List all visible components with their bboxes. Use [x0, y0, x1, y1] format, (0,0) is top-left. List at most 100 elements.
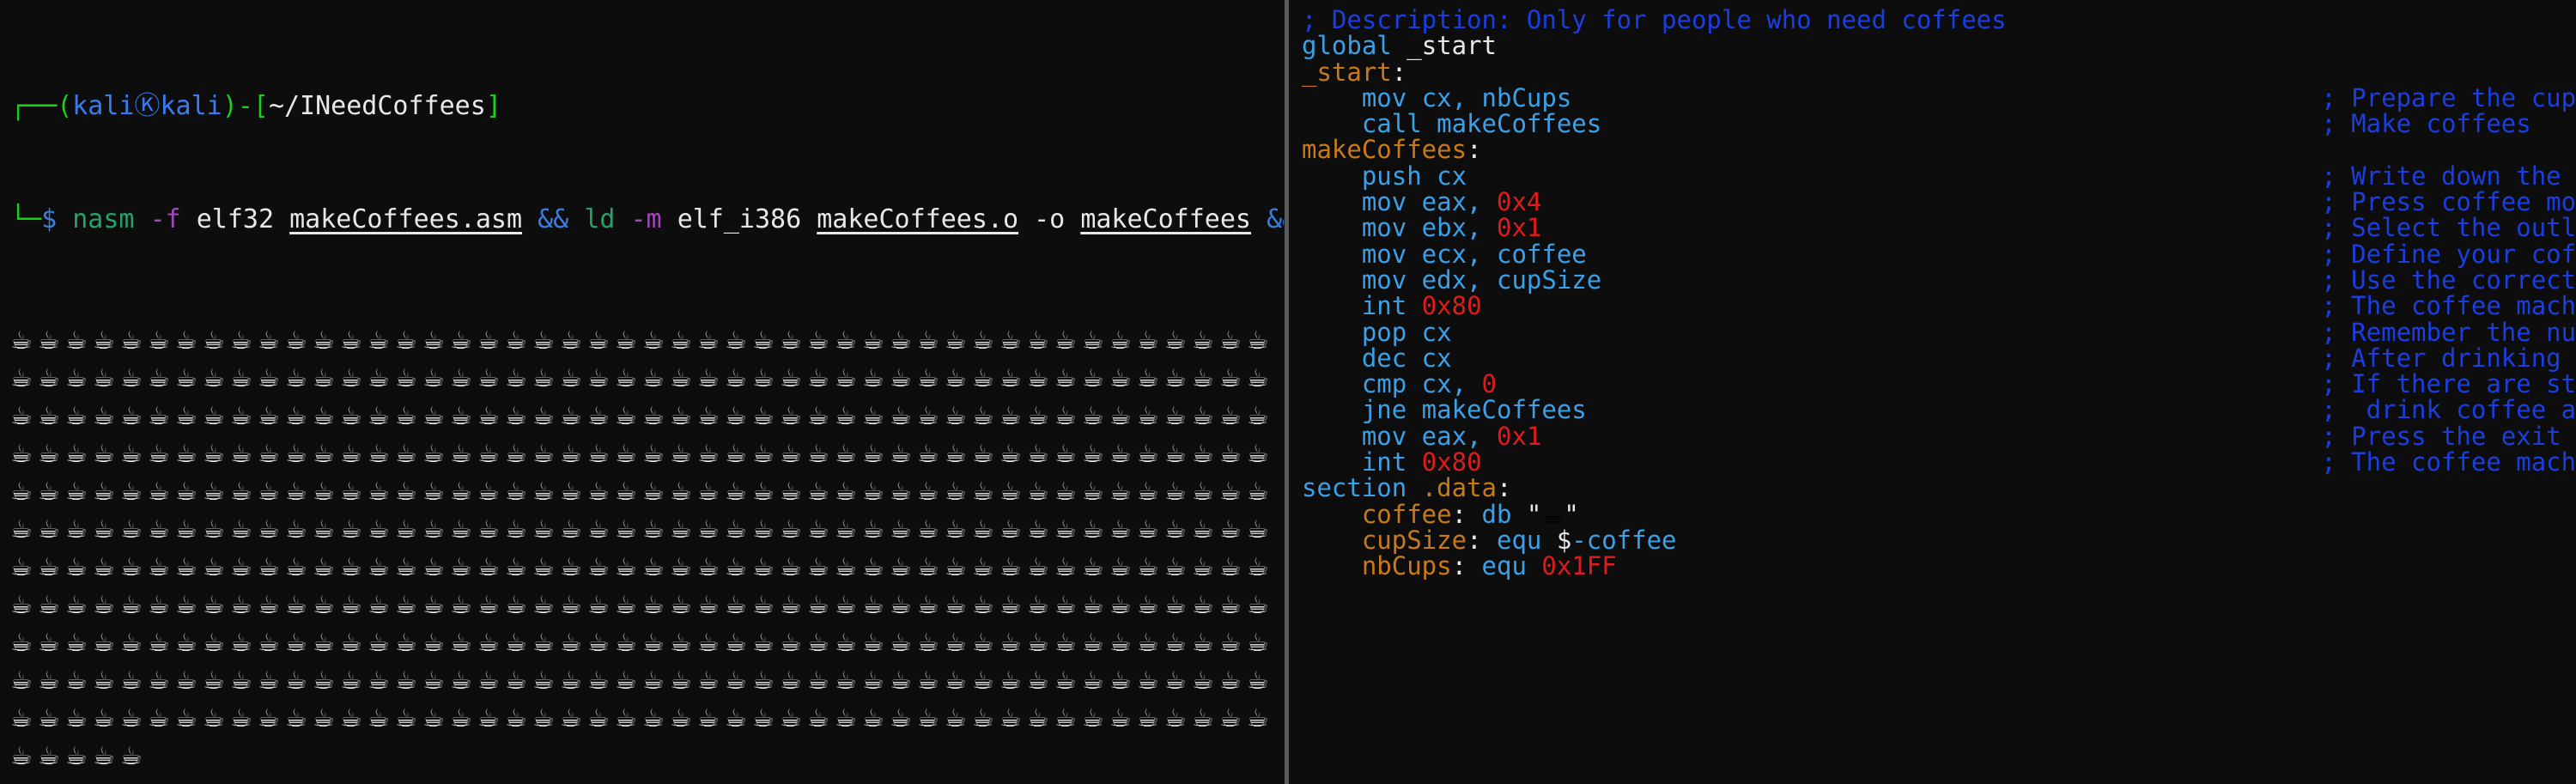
prompt-user: kali: [72, 91, 135, 121]
code-line[interactable]: makeCoffees:: [1302, 137, 2576, 162]
code-line[interactable]: cmp cx, 0 ; If there are still cups,: [1302, 371, 2576, 397]
code-mnemonic: call makeCoffees: [1361, 109, 1602, 139]
prompt-bracket: [: [252, 91, 269, 121]
pane-divider[interactable]: [1284, 0, 1290, 784]
code-number: 0x1: [1496, 213, 1542, 243]
terminal-output[interactable]: ┌──(kaliⓀkali)-[~/INeedCoffees] └─$ nasm…: [0, 0, 1284, 784]
command-token: -m: [630, 204, 662, 234]
prompt-host: kali: [160, 91, 222, 121]
code-comment: ; After drinking the cup of coffee, remo…: [2321, 343, 2561, 373]
code-mnemonic: db: [1481, 499, 1512, 529]
code-token: :: [1391, 57, 1407, 87]
code-token: $: [1541, 525, 1572, 555]
code-number: 0x1FF: [1541, 551, 1617, 581]
prompt-bracket: ]: [485, 91, 501, 121]
command-token: elf32: [196, 204, 275, 234]
prompt-corner-icon: ┌──: [10, 91, 58, 121]
prompt-dollar: $: [41, 204, 58, 234]
code-comment: ; Select the outlet pressure.: [2321, 213, 2576, 243]
code-line[interactable]: mov eax, 0x4 ; Press coffee mode: [1302, 189, 2576, 215]
code-mnemonic: mov: [1361, 82, 1407, 112]
code-mnemonic: cx, nbCups: [1406, 82, 1572, 112]
code-line[interactable]: dec cx ; After drinking the cup of coffe…: [1302, 345, 2576, 371]
code-comment: ; Write down the number of cups in your …: [2321, 161, 2561, 191]
code-token: :: [1497, 473, 1512, 503]
code-line[interactable]: call makeCoffees ; Make coffees: [1302, 111, 2576, 137]
code-label: nbCups: [1361, 551, 1452, 581]
code-mnemonic: equ: [1496, 525, 1542, 555]
code-line[interactable]: section .data:: [1302, 475, 2576, 501]
code-line[interactable]: coffee: db "☕": [1302, 501, 2576, 527]
code-mnemonic: mov ecx, coffee: [1361, 239, 1587, 269]
code-line[interactable]: push cx ; Write down the number of cups …: [1302, 163, 2576, 189]
code-line[interactable]: cupSize: equ $-coffee: [1302, 527, 2576, 553]
code-number: 0x1: [1496, 421, 1542, 451]
code-token: :: [1467, 135, 1482, 165]
command-token: makeCoffees: [1080, 204, 1251, 234]
code-mnemonic: equ: [1481, 551, 1527, 581]
kali-logo-icon: Ⓚ: [134, 91, 161, 121]
code-mnemonic: jne makeCoffees: [1361, 395, 1587, 425]
screen: ┌──(kaliⓀkali)-[~/INeedCoffees] └─$ nasm…: [0, 0, 2576, 784]
source-pane[interactable]: ; Description: Only for people who need …: [1290, 0, 2576, 784]
code-token: ": [1564, 499, 1579, 529]
code-comment: ; Press coffee mode: [2321, 187, 2576, 217]
code-mnemonic: mov eax,: [1361, 421, 1497, 451]
code-comment: ; Press the exit button: [2321, 421, 2561, 451]
terminal-pane[interactable]: ┌──(kaliⓀkali)-[~/INeedCoffees] └─$ nasm…: [0, 0, 1284, 784]
code-line[interactable]: nbCups: equ 0x1FF: [1302, 553, 2576, 579]
command-token: -f: [149, 204, 181, 234]
command-token: elf_i386: [677, 204, 802, 234]
code-directive: global: [1302, 31, 1392, 61]
prompt-paren: (: [57, 91, 73, 121]
code-line[interactable]: mov ebx, 0x1 ; Select the outlet pressur…: [1302, 215, 2576, 240]
code-mnemonic: dec cx: [1361, 343, 1452, 373]
code-line[interactable]: mov edx, cupSize ; Use the correct size …: [1302, 267, 2576, 293]
prompt-corner-icon: └─: [10, 204, 42, 234]
code-label: makeCoffees: [1302, 135, 1467, 165]
code-label: cupSize: [1361, 525, 1467, 555]
source-code[interactable]: ; Description: Only for people who need …: [1290, 0, 2576, 580]
prompt-line-top: ┌──(kaliⓀkali)-[~/INeedCoffees]: [0, 88, 1284, 125]
code-mnemonic: mov edx, cupSize: [1361, 264, 1602, 295]
code-label: _start: [1302, 57, 1392, 87]
code-mnemonic: pop cx: [1361, 317, 1452, 347]
code-line[interactable]: pop cx ; Remember the number of cups: [1302, 319, 2576, 345]
code-number: 0x80: [1421, 447, 1482, 477]
code-mnemonic: cmp cx,: [1361, 369, 1482, 399]
code-comment: ; The coffee machine brews the coffee.: [2321, 291, 2576, 321]
code-directive: section: [1302, 473, 1422, 503]
prompt-line-bottom: └─$ nasm -f elf32 makeCoffees.asm && ld …: [0, 201, 1284, 239]
command-token: ld: [584, 204, 616, 234]
code-line[interactable]: jne makeCoffees ; drink coffee again.: [1302, 397, 2576, 422]
code-comment: ; Make coffees: [2321, 109, 2531, 139]
code-number: 0: [1481, 369, 1497, 399]
code-line[interactable]: int 0x80 ; The coffee machine turns off: [1302, 449, 2576, 475]
code-line[interactable]: global _start: [1302, 33, 2576, 58]
command-token: &&: [538, 204, 569, 234]
code-mnemonic: mov ebx,: [1361, 213, 1497, 243]
code-comment: ; drink coffee again.: [2321, 395, 2576, 425]
code-token: :: [1451, 551, 1482, 581]
code-line[interactable]: int 0x80 ; The coffee machine brews the …: [1302, 293, 2576, 319]
code-line[interactable]: mov eax, 0x1 ; Press the exit button: [1302, 423, 2576, 449]
code-comment: ; The coffee machine turns off: [2321, 447, 2576, 477]
code-comment: ; Prepare the cups: [2321, 82, 2576, 112]
code-token: _start: [1406, 31, 1497, 61]
code-line[interactable]: _start:: [1302, 57, 2576, 87]
code-token: ": [1511, 499, 1542, 529]
code-line[interactable]: ; Description: Only for people who need …: [1302, 7, 2576, 33]
command-token: nasm: [72, 204, 135, 234]
prompt-dash: -: [237, 91, 253, 121]
code-line[interactable]: mov ecx, coffee ; Define your coffee.: [1302, 241, 2576, 267]
code-mnemonic: int: [1361, 447, 1422, 477]
code-line[interactable]: mov cx, nbCups ; Prepare the cups: [1302, 85, 2576, 111]
code-label: .data: [1421, 473, 1497, 503]
code-comment: ; Use the correct size coffee cup.: [2321, 264, 2576, 295]
code-number: 0x4: [1496, 187, 1542, 217]
code-mnemonic: -coffee: [1571, 525, 1677, 555]
code-label: coffee: [1361, 499, 1452, 529]
code-comment: ; Description: Only for people who need …: [1302, 5, 2007, 34]
